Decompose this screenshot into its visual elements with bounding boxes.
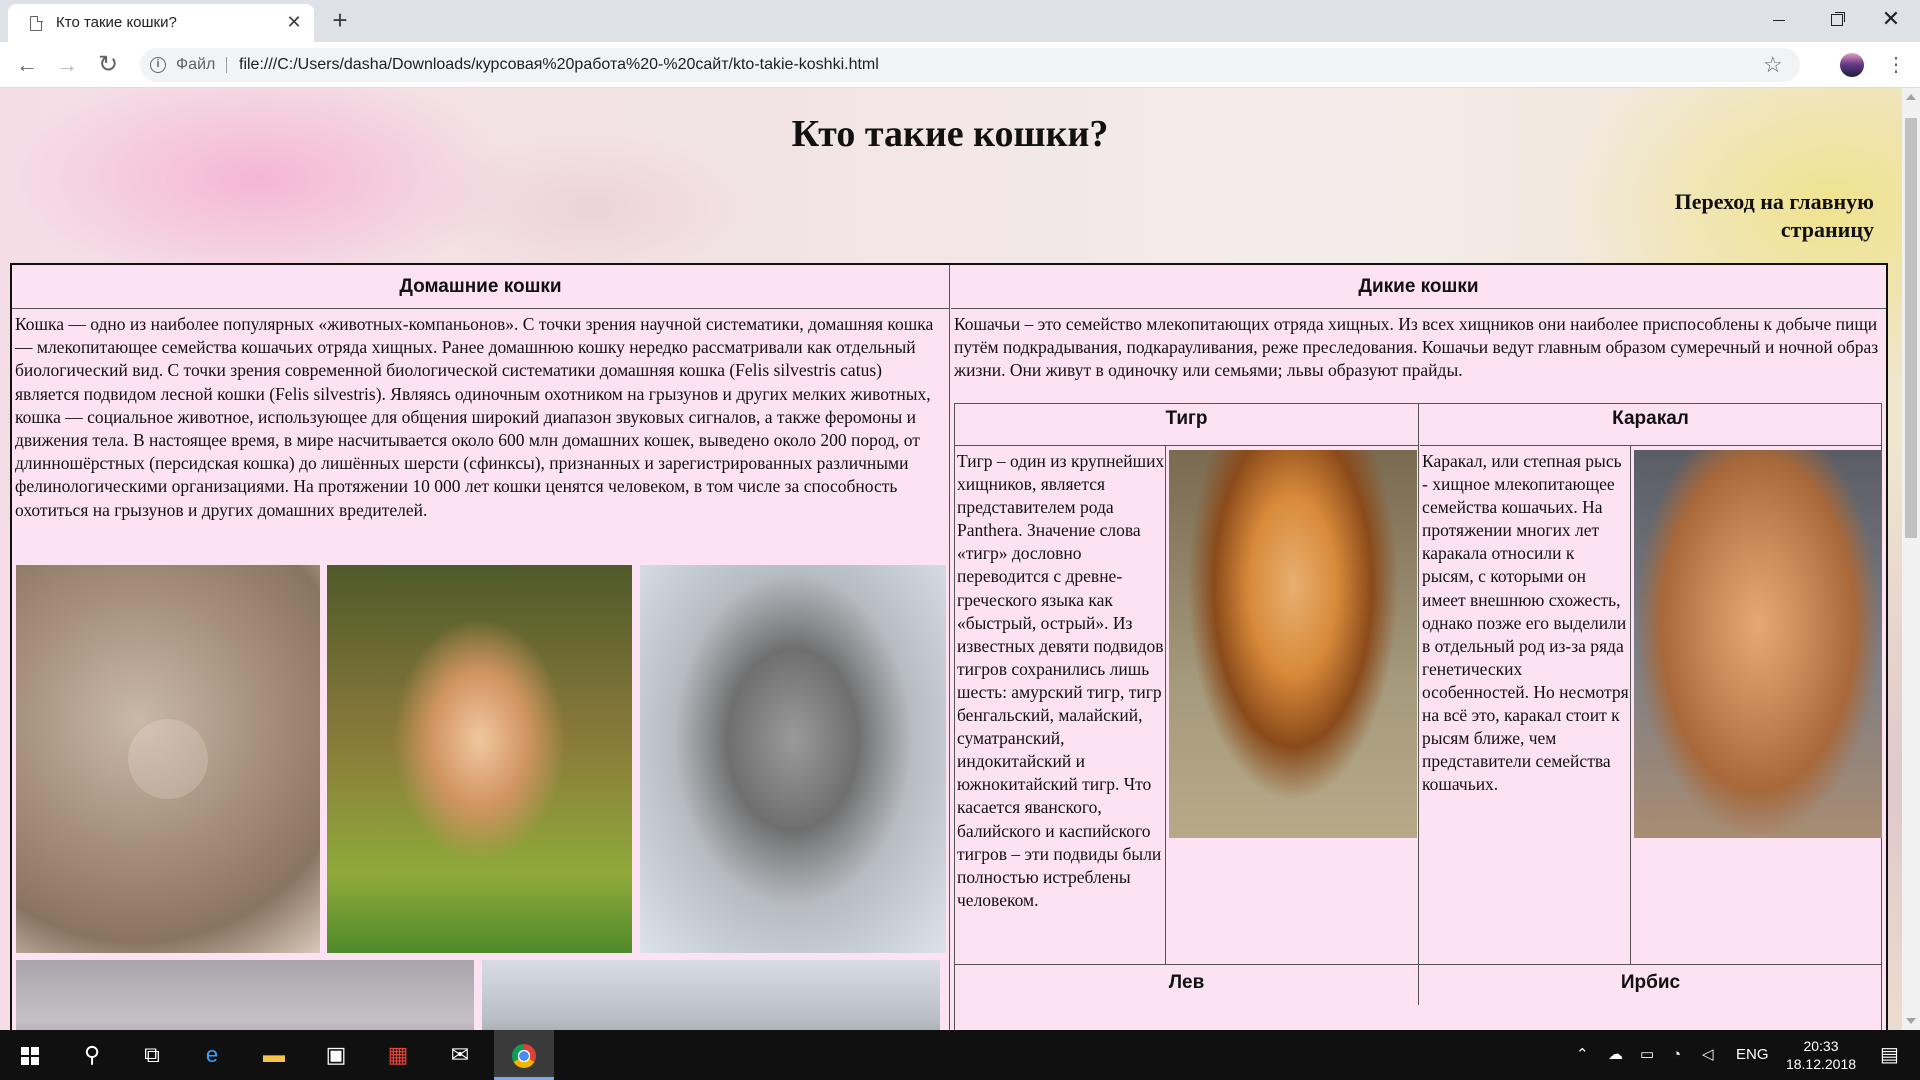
cell-divider bbox=[1165, 446, 1166, 964]
domestic-cats-column: Домашние кошки Кошка — одно из наиболее … bbox=[12, 265, 950, 1030]
clock-date: 18.12.2018 bbox=[1785, 1056, 1857, 1072]
page-title: Кто такие кошки? bbox=[791, 113, 1109, 155]
domestic-cats-heading: Домашние кошки bbox=[12, 265, 949, 309]
page-viewport: Кто такие кошки? Переход на главную стра… bbox=[0, 88, 1902, 1030]
lion-heading: Лев bbox=[955, 965, 1419, 1005]
caracal-photo bbox=[1634, 450, 1882, 838]
battery-icon[interactable]: ▭ bbox=[1640, 1030, 1654, 1080]
language-indicator[interactable]: ENG bbox=[1736, 1030, 1769, 1080]
minimize-window-button[interactable] bbox=[1750, 0, 1808, 40]
gift-icon[interactable]: ▦ bbox=[368, 1030, 428, 1080]
main-table: Домашние кошки Кошка — одно из наиболее … bbox=[10, 263, 1888, 1030]
new-tab-button[interactable]: + bbox=[326, 6, 354, 34]
forward-icon[interactable]: → bbox=[52, 50, 82, 80]
edge-icon[interactable]: e bbox=[182, 1030, 242, 1080]
domestic-cats-text: Кошка — одно из наиболее популярных «жив… bbox=[15, 314, 934, 520]
browser-tabstrip: Кто такие кошки? ✕ + ✕ bbox=[0, 0, 1920, 42]
wild-cats-table: Тигр Тигр – один из крупнейших хищников,… bbox=[954, 403, 1882, 1030]
wifi-icon[interactable]: ◔ bbox=[1672, 1030, 1681, 1080]
page-scrollbar[interactable] bbox=[1902, 88, 1920, 1030]
profile-avatar[interactable] bbox=[1840, 53, 1864, 77]
menu-icon[interactable]: ⋮ bbox=[1886, 50, 1906, 80]
caracal-text: Каракал, или степная рысь - хищное млеко… bbox=[1422, 451, 1629, 795]
kitten-photo bbox=[16, 565, 320, 953]
mail-icon[interactable]: ✉ bbox=[430, 1030, 490, 1080]
search-icon[interactable]: ⚲ bbox=[62, 1030, 122, 1080]
jumping-cat-photo bbox=[327, 565, 632, 953]
caracal-cell: Каракал Каракал, или степная рысь - хищн… bbox=[1420, 404, 1882, 964]
close-window-button[interactable]: ✕ bbox=[1862, 0, 1920, 40]
clock[interactable]: 20:33 18.12.2018 bbox=[1776, 1037, 1866, 1073]
url-text[interactable]: file:///C:/Users/dasha/Downloads/курсова… bbox=[239, 56, 879, 74]
cell-divider bbox=[1630, 446, 1631, 964]
info-icon[interactable]: i bbox=[150, 57, 166, 73]
back-icon[interactable]: ← bbox=[12, 50, 42, 80]
tiger-cell: Тигр Тигр – один из крупнейших хищников,… bbox=[955, 404, 1419, 964]
clock-time: 20:33 bbox=[1803, 1038, 1839, 1054]
address-separator bbox=[226, 57, 227, 73]
tiger-text: Тигр – один из крупнейших хищников, явля… bbox=[957, 451, 1165, 910]
wild-cats-text: Кошачьи – это семейство млекопитающих от… bbox=[954, 314, 1879, 381]
volume-icon[interactable]: ◁ bbox=[1702, 1030, 1714, 1080]
windows-taskbar: ⚲ ⧉ e ▬ ▣ ▦ ✉ ⌃ ☁ ▭ ◔ ◁ ENG 20:33 18.12.… bbox=[0, 1030, 1920, 1080]
chrome-icon[interactable] bbox=[494, 1030, 554, 1080]
scrollbar-thumb[interactable] bbox=[1905, 118, 1917, 538]
notifications-icon[interactable]: ▤ bbox=[1880, 1030, 1899, 1080]
second-row: Лев Ирбис bbox=[955, 964, 1881, 1030]
windows-logo-icon bbox=[21, 1047, 39, 1066]
tab-title: Кто такие кошки? bbox=[56, 14, 177, 31]
snow-leopard-heading: Ирбис bbox=[1620, 972, 1681, 993]
close-tab-icon[interactable]: ✕ bbox=[284, 12, 304, 32]
maximize-window-button[interactable] bbox=[1808, 0, 1866, 40]
address-bar[interactable]: i Файл file:///C:/Users/dasha/Downloads/… bbox=[140, 48, 1800, 82]
tiger-heading: Тигр bbox=[955, 404, 1418, 446]
cat-photo-4 bbox=[16, 960, 474, 1030]
star-icon[interactable]: ☆ bbox=[1763, 52, 1783, 78]
tray-chevron-icon[interactable]: ⌃ bbox=[1576, 1030, 1589, 1080]
reload-icon[interactable]: ↻ bbox=[93, 50, 123, 80]
wild-cats-heading: Дикие кошки bbox=[951, 265, 1886, 309]
minimize-icon bbox=[1773, 19, 1785, 21]
wild-cats-column: Дикие кошки Кошачьи – это семейство млек… bbox=[951, 265, 1886, 1030]
browser-tab[interactable]: Кто такие кошки? ✕ bbox=[8, 4, 314, 42]
cat-photo-5 bbox=[482, 960, 940, 1030]
start-button[interactable] bbox=[0, 1030, 60, 1080]
scroll-down-icon[interactable] bbox=[1906, 1018, 1916, 1024]
tiger-photo bbox=[1169, 450, 1417, 838]
scheme-label: Файл bbox=[176, 56, 216, 73]
onedrive-icon[interactable]: ☁ bbox=[1608, 1030, 1623, 1080]
yawning-kitten-photo bbox=[640, 565, 946, 953]
restore-icon bbox=[1831, 14, 1843, 27]
browser-toolbar: ← → ↻ i Файл file:///C:/Users/dasha/Down… bbox=[0, 42, 1920, 88]
home-page-link[interactable]: Переход на главную страницу bbox=[1634, 188, 1874, 244]
task-view-icon[interactable]: ⧉ bbox=[122, 1030, 182, 1080]
photo-highlight bbox=[128, 719, 208, 799]
document-icon bbox=[30, 15, 43, 31]
store-icon[interactable]: ▣ bbox=[306, 1030, 366, 1080]
caracal-heading: Каракал bbox=[1420, 404, 1881, 446]
chrome-logo-icon bbox=[512, 1044, 536, 1069]
file-explorer-icon[interactable]: ▬ bbox=[244, 1030, 304, 1080]
scroll-up-icon[interactable] bbox=[1906, 94, 1916, 100]
